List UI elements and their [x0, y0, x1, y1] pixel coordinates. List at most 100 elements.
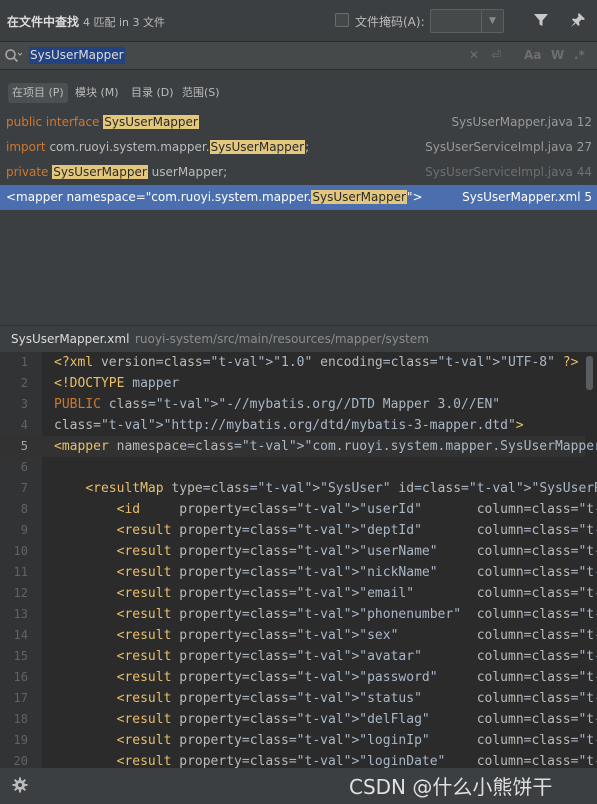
code-line: 13 <result property=class="t-val">"phone… [0, 604, 597, 625]
code-line: 18 <result property=class="t-val">"delFl… [0, 709, 597, 730]
search-input[interactable]: SysUserMapper [29, 47, 125, 64]
code-line: 16 <result property=class="t-val">"passw… [0, 667, 597, 688]
code-text: <result property=class="t-val">"deptId" … [116, 523, 597, 538]
result-row[interactable]: import com.ruoyi.system.mapper.SysUserMa… [0, 135, 597, 160]
code-line: 20 <result property=class="t-val">"login… [0, 751, 597, 768]
tab-project[interactable]: 在项目 (P) [8, 83, 68, 103]
file-mask-combobox[interactable]: ▼ [430, 9, 504, 33]
regex-button[interactable]: .* [574, 48, 585, 62]
chevron-down-icon[interactable]: ▼ [481, 10, 503, 32]
tab-module[interactable]: 模块 (M) [71, 83, 123, 103]
line-number: 5 [20, 439, 28, 453]
code-text: <mapper namespace=class="t-val">"com.ruo… [54, 439, 597, 454]
code-line: 7 <resultMap type=class="t-val">"SysUser… [0, 478, 597, 499]
code-text: <result property=class="t-val">"status" … [116, 691, 597, 706]
line-number: 6 [20, 460, 28, 474]
pin-icon[interactable] [570, 12, 586, 28]
line-number: 3 [20, 397, 28, 411]
code-text: <result property=class="t-val">"phonenum… [116, 607, 597, 622]
tab-scope[interactable]: 范围(S) [178, 83, 224, 103]
find-in-files-header: 在文件中查找 4 匹配 in 3 文件 文件掩码(A): ▼ [0, 0, 597, 42]
result-prefix: public interface [6, 115, 104, 129]
code-line: 11 <result property=class="t-val">"nickN… [0, 562, 597, 583]
code-text: <id property=class="t-val">"userId" colu… [116, 502, 597, 517]
code-text: <result property=class="t-val">"avatar" … [116, 649, 597, 664]
code-line: 8 <id property=class="t-val">"userId" co… [0, 499, 597, 520]
preview-file-name: SysUserMapper.xml [11, 332, 130, 346]
line-number: 11 [13, 565, 28, 579]
tab-directory[interactable]: 目录 (D) [127, 83, 178, 103]
dialog-title: 在文件中查找 [7, 15, 80, 29]
line-number: 10 [13, 544, 28, 558]
line-number: 20 [13, 754, 28, 768]
line-number: 7 [20, 481, 28, 495]
result-match: SysUserMapper [103, 115, 199, 129]
search-bar: SysUserMapper ✕ ⏎ Aa W .* [0, 42, 597, 70]
result-file: SysUserServiceImpl.java 27 [425, 140, 592, 154]
result-match: SysUserMapper [52, 165, 148, 179]
line-number: 15 [13, 649, 28, 663]
scrollbar[interactable] [586, 356, 593, 390]
result-suffix: userMapper; [147, 165, 228, 179]
code-text: <result property=class="t-val">"sex" col… [116, 628, 597, 643]
line-number: 16 [13, 670, 28, 684]
newline-icon[interactable]: ⏎ [491, 48, 501, 62]
gear-icon[interactable] [12, 777, 28, 793]
code-line: 14 <result property=class="t-val">"sex" … [0, 625, 597, 646]
result-row-selected[interactable]: <mapper namespace="com.ruoyi.system.mapp… [0, 185, 597, 210]
code-text: <result property=class="t-val">"nickName… [116, 565, 597, 580]
code-line: 6 [0, 457, 585, 478]
clear-icon[interactable]: ✕ [469, 48, 479, 62]
match-count: 4 匹配 in 3 文件 [83, 16, 166, 29]
result-suffix: ; [305, 140, 310, 154]
file-mask-checkbox[interactable] [335, 13, 349, 27]
results-list: public interface SysUserMapper SysUserMa… [0, 110, 597, 210]
code-line: 3 PUBLIC class="t-val">"-//mybatis.org//D… [0, 394, 585, 415]
line-number: 2 [20, 376, 28, 390]
code-text: <result property=class="t-val">"loginIp"… [116, 733, 597, 748]
result-file: SysUserMapper.java 12 [451, 115, 592, 129]
filter-icon[interactable] [533, 12, 549, 28]
result-prefix: <mapper namespace="com.ruoyi.system.mapp… [6, 190, 312, 204]
line-number: 17 [13, 691, 28, 705]
line-number: 1 [20, 355, 28, 369]
code-line: 17 <result property=class="t-val">"statu… [0, 688, 597, 709]
code-text: <result property=class="t-val">"password… [116, 670, 597, 685]
code-text: <result property=class="t-val">"delFlag"… [116, 712, 597, 727]
result-suffix: "> [406, 190, 423, 204]
code-line: 19 <result property=class="t-val">"login… [0, 730, 597, 751]
scope-tabs: 在项目 (P) 模块 (M) 目录 (D) 范围(S) [0, 70, 597, 110]
line-number: 4 [20, 418, 28, 432]
code-text: <result property=class="t-val">"email" c… [116, 586, 597, 601]
code-line: 4 class="t-val">"http://mybatis.org/dtd/m… [0, 415, 585, 436]
code-text: class="t-val">"http://mybatis.org/dtd/my… [54, 418, 524, 433]
code-text: <!DOCTYPE mapper [54, 376, 180, 391]
result-file: SysUserServiceImpl.java 44 [425, 165, 592, 179]
result-file: SysUserMapper.xml 5 [462, 190, 592, 204]
whole-words-button[interactable]: W [551, 48, 564, 62]
code-text: <result property=class="t-val">"loginDat… [116, 754, 597, 768]
line-number: 9 [20, 523, 28, 537]
code-line: 10 <result property=class="t-val">"userN… [0, 541, 597, 562]
file-mask-label: 文件掩码(A): [355, 15, 425, 29]
line-number: 12 [13, 586, 28, 600]
bottom-bar: CSDN @什么小熊饼干 [0, 768, 597, 804]
preview-file-path: ruoyi-system/src/main/resources/mapper/s… [135, 332, 429, 346]
code-text: PUBLIC class="t-val">"-//mybatis.org//DT… [54, 397, 501, 412]
result-prefix: import com.ruoyi.system.mapper. [6, 140, 210, 154]
preview-header: SysUserMapper.xml ruoyi-system/src/main/… [0, 325, 597, 352]
result-row[interactable]: private SysUserMapper userMapper; SysUse… [0, 160, 597, 185]
code-text: <resultMap type=class="t-val">"SysUser" … [85, 481, 597, 496]
code-text: <result property=class="t-val">"userName… [116, 544, 597, 559]
match-case-button[interactable]: Aa [524, 48, 541, 62]
code-line: 1 <?xml version=class="t-val">"1.0" encod… [0, 352, 585, 373]
line-number: 18 [13, 712, 28, 726]
result-prefix: private [6, 165, 53, 179]
search-icon[interactable] [4, 48, 22, 64]
code-preview[interactable]: 1 <?xml version=class="t-val">"1.0" encod… [0, 352, 597, 768]
code-line: 15 <result property=class="t-val">"avata… [0, 646, 597, 667]
line-number: 8 [20, 502, 28, 516]
result-match: SysUserMapper [311, 190, 407, 204]
result-match: SysUserMapper [209, 140, 306, 154]
result-row[interactable]: public interface SysUserMapper SysUserMa… [0, 110, 597, 135]
